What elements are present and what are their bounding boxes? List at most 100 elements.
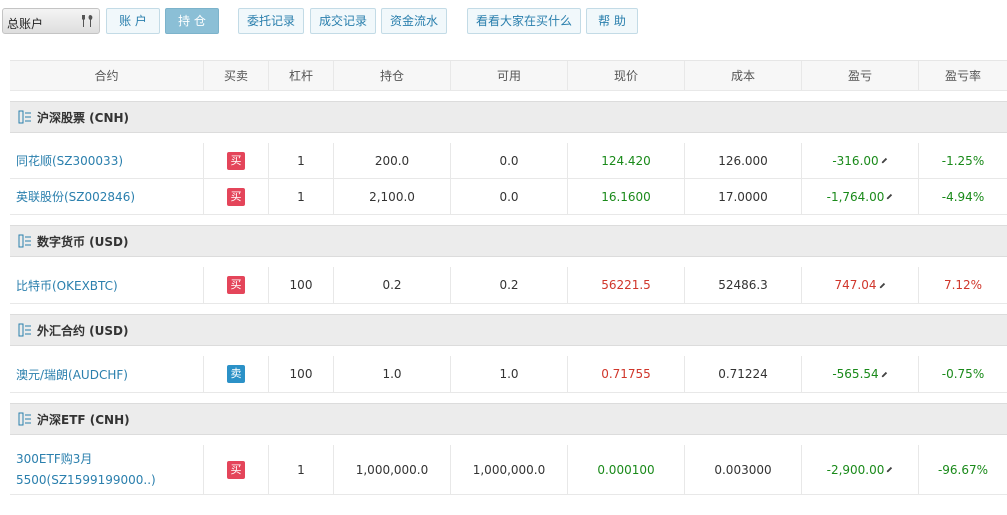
- column-header-price: 现价: [568, 61, 685, 90]
- available-cell: 0.2: [451, 267, 568, 303]
- contract-name-line2: 5500(SZ1599199000..): [16, 472, 156, 487]
- list-icon: [18, 110, 31, 124]
- toolbar: 总账户 账 户 持 仓 委托记录 成交记录 资金流水 看看大家在买什么 帮 助: [2, 8, 1007, 34]
- contract-name-line1: 300ETF购3月: [16, 451, 93, 466]
- position-cell: 2,100.0: [334, 179, 451, 214]
- side-cell: 买: [204, 267, 269, 303]
- column-header-leverage: 杠杆: [269, 61, 334, 90]
- leverage-cell: 100: [269, 356, 334, 392]
- table-row: 澳元/瑞朗(AUDCHF) 卖 100 1.0 1.0 0.71755 0.71…: [10, 356, 1007, 393]
- pnl-value: -2,900.00: [826, 462, 885, 477]
- positions-table: 合约 买卖 杠杆 持仓 可用 现价 成本 盈亏 盈亏率 沪深股票 (CNH) 同…: [10, 60, 1007, 495]
- edit-icon[interactable]: [886, 466, 893, 473]
- column-header-available: 可用: [451, 61, 568, 90]
- column-header-pnl: 盈亏: [802, 61, 919, 90]
- cost-cell: 0.003000: [685, 445, 802, 494]
- position-cell: 1.0: [334, 356, 451, 392]
- side-cell: 买: [204, 445, 269, 494]
- group-header: 外汇合约 (USD): [10, 314, 1007, 346]
- table-header: 合约 买卖 杠杆 持仓 可用 现价 成本 盈亏 盈亏率: [10, 60, 1007, 91]
- list-icon: [18, 412, 31, 426]
- side-cell: 买: [204, 179, 269, 214]
- group-title: 沪深股票 (CNH): [37, 110, 130, 125]
- leverage-cell: 100: [269, 267, 334, 303]
- leverage-cell: 1: [269, 179, 334, 214]
- pnl-rate-cell: 7.12%: [943, 278, 983, 292]
- price-cell: 16.1600: [568, 179, 685, 214]
- contract-link[interactable]: 300ETF购3月 5500(SZ1599199000..): [10, 445, 204, 494]
- position-cell: 0.2: [334, 267, 451, 303]
- pnl-rate-cell: -4.94%: [941, 189, 985, 204]
- price-cell: 124.420: [568, 143, 685, 178]
- table-row: 英联股份(SZ002846) 买 1 2,100.0 0.0 16.1600 1…: [10, 179, 1007, 215]
- tools-icon: [82, 15, 93, 27]
- price-cell: 0.000100: [568, 445, 685, 494]
- available-cell: 0.0: [451, 179, 568, 214]
- column-header-side: 买卖: [204, 61, 269, 90]
- cost-cell: 52486.3: [685, 267, 802, 303]
- contract-link[interactable]: 澳元/瑞朗(AUDCHF): [10, 356, 204, 392]
- sell-badge: 卖: [227, 365, 245, 383]
- pnl-cell: -1,764.00: [802, 179, 919, 214]
- pnl-rate-cell: -96.67%: [937, 462, 989, 477]
- tab-trades[interactable]: 成交记录: [310, 8, 376, 34]
- price-cell: 0.71755: [568, 356, 685, 392]
- group-title: 外汇合约 (USD): [37, 323, 129, 338]
- pnl-rate-cell: -0.75%: [941, 367, 985, 381]
- pnl-cell: -316.00: [802, 143, 919, 178]
- column-header-pnl-rate: 盈亏率: [944, 69, 981, 83]
- position-cell: 200.0: [334, 143, 451, 178]
- edit-icon[interactable]: [881, 371, 888, 378]
- edit-icon[interactable]: [886, 193, 893, 200]
- account-select-label: 总账户: [7, 17, 44, 31]
- buy-badge: 买: [227, 187, 245, 206]
- edit-icon[interactable]: [879, 282, 886, 289]
- list-icon: [18, 323, 31, 337]
- tab-account[interactable]: 账 户: [106, 8, 160, 34]
- side-cell: 卖: [204, 356, 269, 392]
- account-select[interactable]: 总账户: [2, 8, 100, 34]
- pnl-rate-cell: -1.25%: [941, 153, 985, 168]
- pnl-value: -565.54: [832, 367, 879, 381]
- pnl-cell: -565.54: [802, 356, 919, 392]
- cost-cell: 126.000: [685, 143, 802, 178]
- contract-link[interactable]: 同花顺(SZ300033): [10, 143, 204, 178]
- buy-badge: 买: [227, 276, 245, 294]
- pnl-value: -1,764.00: [826, 189, 885, 204]
- pnl-cell: 747.04: [802, 267, 919, 303]
- leverage-cell: 1: [269, 445, 334, 494]
- group-title: 数字货币 (USD): [37, 234, 129, 249]
- pnl-value: -316.00: [832, 153, 879, 168]
- group-header: 沪深股票 (CNH): [10, 101, 1007, 133]
- tab-cash-flow[interactable]: 资金流水: [381, 8, 447, 34]
- contract-link[interactable]: 比特币(OKEXBTC): [10, 267, 204, 303]
- available-cell: 1.0: [451, 356, 568, 392]
- edit-icon[interactable]: [881, 157, 888, 164]
- buy-badge: 买: [227, 460, 245, 479]
- table-row: 比特币(OKEXBTC) 买 100 0.2 0.2 56221.5 52486…: [10, 267, 1007, 304]
- group-title: 沪深ETF (CNH): [37, 412, 130, 427]
- price-cell: 56221.5: [568, 267, 685, 303]
- pnl-value: 747.04: [834, 278, 877, 292]
- tab-help[interactable]: 帮 助: [586, 8, 638, 34]
- available-cell: 0.0: [451, 143, 568, 178]
- pnl-cell: -2,900.00: [802, 445, 919, 494]
- group-header: 数字货币 (USD): [10, 225, 1007, 257]
- list-icon: [18, 234, 31, 248]
- buy-badge: 买: [227, 151, 245, 170]
- tab-positions[interactable]: 持 仓: [165, 8, 219, 34]
- column-header-cost: 成本: [685, 61, 802, 90]
- cost-cell: 17.0000: [685, 179, 802, 214]
- tab-orders[interactable]: 委托记录: [238, 8, 304, 34]
- available-cell: 1,000,000.0: [451, 445, 568, 494]
- leverage-cell: 1: [269, 143, 334, 178]
- column-header-contract: 合约: [10, 61, 204, 90]
- group-header: 沪深ETF (CNH): [10, 403, 1007, 435]
- column-header-position: 持仓: [334, 61, 451, 90]
- contract-link[interactable]: 英联股份(SZ002846): [10, 179, 204, 214]
- position-cell: 1,000,000.0: [334, 445, 451, 494]
- table-row: 同花顺(SZ300033) 买 1 200.0 0.0 124.420 126.…: [10, 143, 1007, 179]
- side-cell: 买: [204, 143, 269, 178]
- cost-cell: 0.71224: [685, 356, 802, 392]
- tab-popular[interactable]: 看看大家在买什么: [467, 8, 581, 34]
